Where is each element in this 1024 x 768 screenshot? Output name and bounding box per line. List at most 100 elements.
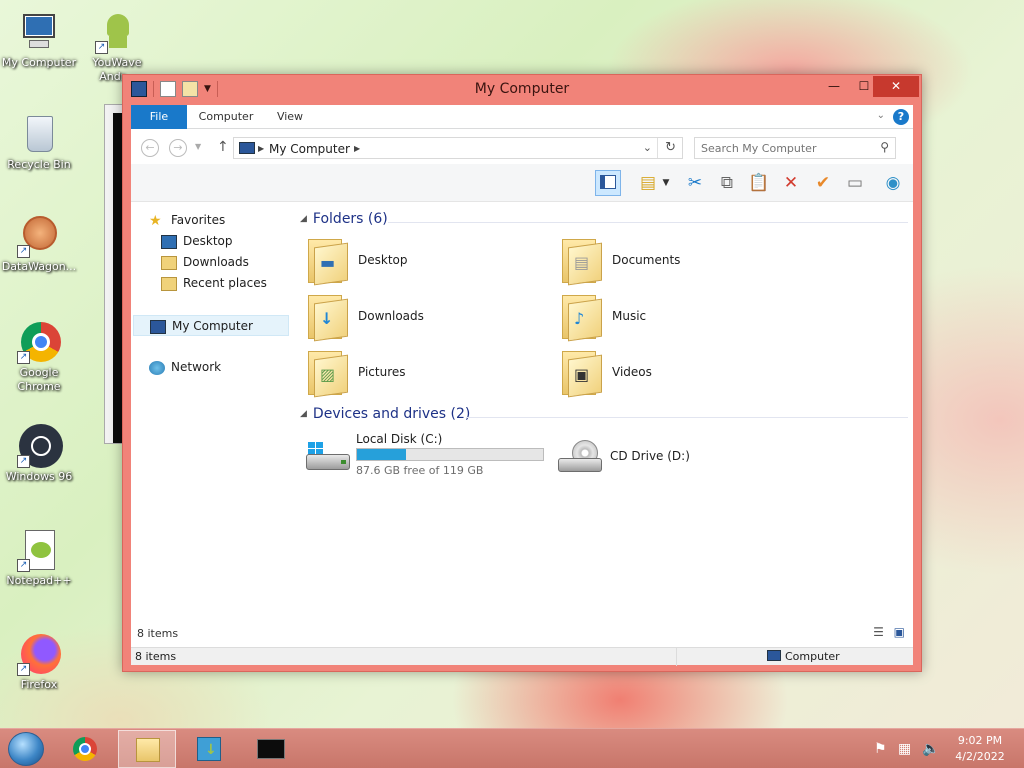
youwave-icon: ↓ [197, 737, 221, 761]
content-pane: ◢ Folders (6) ▬ Desktop ▤ Documents ↓ Dow… [296, 203, 913, 623]
group-title: Devices and drives (2) [312, 406, 471, 422]
breadcrumb-separator-icon[interactable]: ▶ [258, 144, 264, 153]
nav-item-my-computer[interactable]: My Computer [133, 315, 289, 336]
folder-tile-downloads[interactable]: ↓ Downloads [302, 291, 542, 343]
taskbar-command-prompt[interactable] [242, 730, 300, 768]
notepad-plus-plus-icon: ↗ [17, 528, 61, 572]
breadcrumb-separator-icon[interactable]: ▶ [354, 144, 360, 153]
windows-96-icon: ↗ [17, 424, 63, 468]
address-bar[interactable]: ▶ My Computer ▶ ⌄ ↻ [233, 137, 683, 159]
tab-computer[interactable]: Computer [193, 105, 259, 129]
search-box[interactable]: ⚲ [694, 137, 896, 159]
folder-tile-documents[interactable]: ▤ Documents [556, 235, 796, 287]
action-center-flag-icon[interactable]: ⚑ [874, 741, 887, 757]
taskbar-clock[interactable]: 9:02 PM 4/2/2022 [950, 733, 1010, 765]
collapse-triangle-icon[interactable]: ◢ [300, 214, 307, 224]
expand-ribbon-chevron-icon[interactable]: ⌄ [877, 110, 885, 121]
breadcrumb-my-computer[interactable]: My Computer [269, 142, 350, 156]
command-prompt-icon [257, 739, 285, 759]
nav-item-network[interactable]: Network [149, 357, 221, 378]
nav-label: Desktop [183, 234, 233, 248]
desktop-icon-windows-96[interactable]: ↗ Windows 96 [0, 424, 78, 484]
computer-icon [239, 142, 255, 154]
folder-label: Videos [612, 365, 652, 379]
cut-button[interactable]: ✂ [682, 170, 708, 196]
taskbar-chrome[interactable] [56, 730, 114, 768]
taskbar-file-explorer[interactable] [118, 730, 176, 768]
folder-tile-videos[interactable]: ▣ Videos [556, 347, 796, 399]
desktop-icon-label: Google Chrome [17, 366, 61, 393]
delete-button[interactable]: ✕ [778, 170, 804, 196]
large-icons-view-icon[interactable]: ▣ [894, 625, 905, 639]
recent-places-icon [161, 276, 177, 291]
window-client-area: File Computer View ⌄ ? ← → ▼ ↑ ▶ My Comp… [131, 105, 913, 666]
start-button[interactable] [8, 732, 44, 766]
recent-locations-chevron-icon[interactable]: ▼ [195, 142, 201, 151]
back-button[interactable]: ← [141, 139, 159, 157]
nav-item-recent-places[interactable]: Recent places [161, 273, 267, 294]
paste-button[interactable]: 📋 [746, 170, 772, 196]
drive-tile-local-disk[interactable]: Local Disk (C:) 87.6 GB free of 119 GB [302, 432, 552, 482]
properties-button[interactable]: ▤ [635, 170, 661, 196]
folder-label: Music [612, 309, 647, 323]
desktop-icon-my-computer[interactable]: My Computer [0, 10, 78, 70]
tab-view[interactable]: View [265, 105, 315, 129]
drive-tile-cd-drive[interactable]: CD Drive (D:) [556, 432, 806, 482]
shortcut-arrow-icon: ↗ [95, 41, 108, 54]
close-button[interactable]: ✕ [873, 76, 919, 97]
refresh-icon[interactable]: ↻ [665, 140, 676, 155]
desktop-icon-datawagon[interactable]: ↗ DataWagon... [0, 214, 78, 274]
desktop-icon-recycle-bin[interactable]: Recycle Bin [0, 112, 78, 172]
desktop-icon-google-chrome[interactable]: ↗ Google Chrome [0, 320, 78, 394]
drives-group-header[interactable]: ◢ Devices and drives (2) [300, 406, 470, 428]
minimize-button[interactable]: — [819, 76, 849, 97]
pictures-folder-icon: ▨ [308, 351, 348, 398]
collapse-triangle-icon[interactable]: ◢ [300, 409, 307, 419]
network-globe-button[interactable]: ◉ [880, 170, 906, 196]
drive-free-space: 87.6 GB free of 119 GB [356, 464, 484, 477]
shortcut-arrow-icon: ↗ [17, 245, 30, 258]
nav-label: Favorites [171, 213, 226, 227]
preview-pane-button[interactable] [595, 170, 621, 196]
folder-label: Desktop [358, 253, 408, 267]
address-dropdown-chevron-icon[interactable]: ⌄ [643, 141, 652, 154]
explorer-window[interactable]: ▼ My Computer — ☐ ✕ File Computer View ⌄… [122, 74, 922, 672]
tab-file[interactable]: File [131, 105, 187, 129]
select-button[interactable]: ✔ [810, 170, 836, 196]
title-bar[interactable]: ▼ My Computer — ☐ ✕ [123, 75, 921, 105]
folders-group-header[interactable]: ◢ Folders (6) [300, 211, 388, 233]
up-button[interactable]: ↑ [217, 139, 229, 155]
folder-tile-pictures[interactable]: ▨ Pictures [302, 347, 542, 399]
firefox-icon: ↗ [17, 632, 61, 676]
desktop-icon-label: Recycle Bin [7, 158, 71, 171]
hard-drive-icon [306, 442, 350, 472]
help-icon[interactable]: ? [893, 109, 909, 125]
search-input[interactable] [701, 140, 871, 156]
shortcut-arrow-icon: ↗ [17, 559, 30, 572]
status-item-count: 8 items [135, 650, 177, 663]
desktop-icon-notepad-plus-plus[interactable]: ↗ Notepad++ [0, 528, 78, 588]
rename-button[interactable]: ▭ [842, 170, 868, 196]
folder-tile-music[interactable]: ♪ Music [556, 291, 796, 343]
computer-icon [767, 650, 781, 661]
search-icon[interactable]: ⚲ [880, 140, 889, 154]
nav-item-desktop[interactable]: Desktop [161, 231, 233, 252]
forward-button[interactable]: → [169, 139, 187, 157]
folder-tile-desktop[interactable]: ▬ Desktop [302, 235, 542, 287]
file-explorer-icon [136, 738, 160, 762]
properties-dropdown-chevron-icon[interactable]: ▼ [659, 170, 673, 196]
details-view-icon[interactable]: ☰ [873, 625, 884, 639]
disk-usage-fill [357, 449, 407, 460]
ribbon-tabs: File Computer View ⌄ ? [131, 105, 913, 129]
desktop-icon-firefox[interactable]: ↗ Firefox [0, 632, 78, 692]
network-status-icon[interactable]: ▦ [898, 741, 911, 757]
desktop-icon-youwave[interactable]: ↗ YouWave Andr... [78, 10, 156, 84]
taskbar-youwave[interactable]: ↓ [180, 730, 238, 768]
desktop-folder-icon: ▬ [308, 239, 348, 286]
copy-button[interactable]: ⧉ [714, 170, 740, 196]
network-icon [149, 360, 165, 375]
nav-item-downloads[interactable]: Downloads [161, 252, 249, 273]
nav-item-favorites[interactable]: ★ Favorites [149, 210, 225, 231]
volume-muted-icon[interactable]: 🔈 [922, 741, 939, 757]
desktop-icon-label: DataWagon... [1, 260, 77, 273]
